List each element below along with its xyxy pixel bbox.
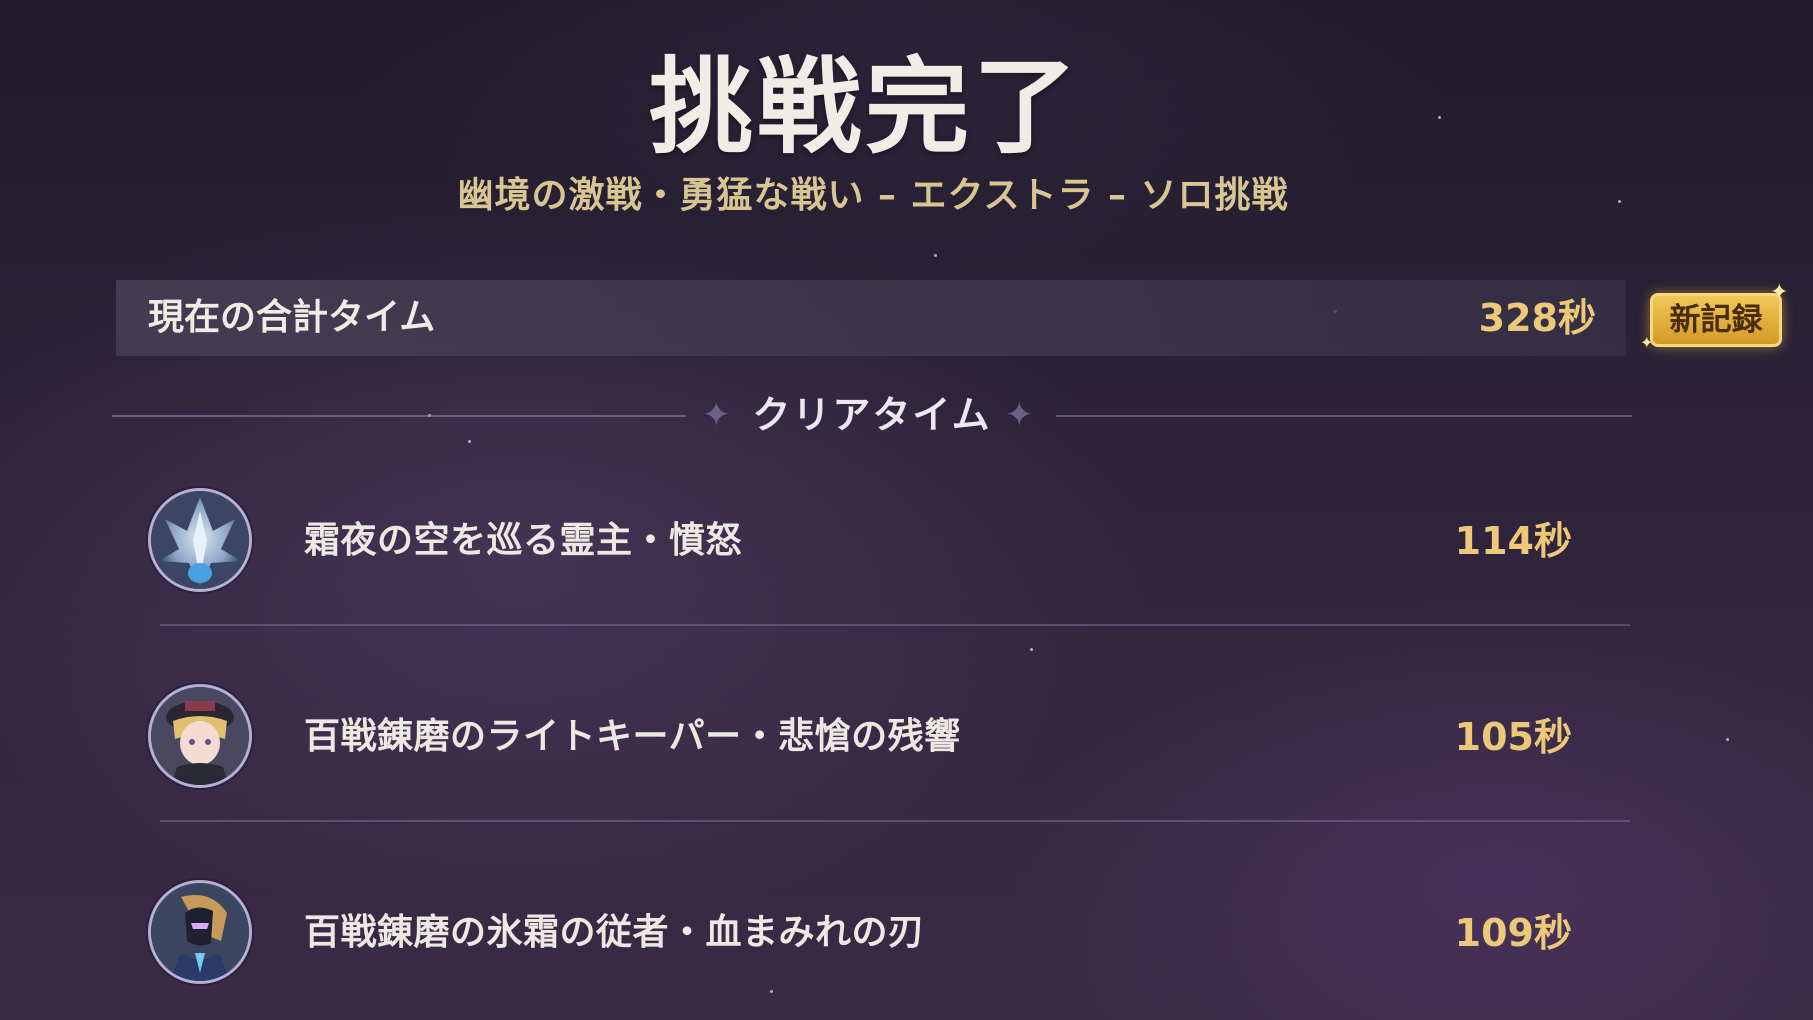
clear-time-row: 霜夜の空を巡る霊主・憤怒 114秒 xyxy=(140,466,1630,616)
background-star xyxy=(468,440,471,443)
new-record-label: 新記録 xyxy=(1669,302,1763,338)
boss-clear-time: 114秒 xyxy=(1454,519,1572,563)
total-time-bar: 現在の合計タイム 328秒 xyxy=(116,280,1626,356)
boss-clear-time: 109秒 xyxy=(1454,911,1572,955)
divider-star-icon: ✦ xyxy=(1005,395,1034,435)
frost-attendant-boss-icon xyxy=(148,880,252,984)
total-time-label: 現在の合計タイム xyxy=(148,297,436,338)
background-star xyxy=(1726,738,1729,741)
boss-name: 百戦錬磨の氷霜の従者・血まみれの刃 xyxy=(304,912,925,953)
boss-clear-time: 105秒 xyxy=(1454,715,1572,759)
boss-name: 百戦錬磨のライトキーパー・悲愴の残響 xyxy=(304,716,961,757)
row-separator xyxy=(160,820,1630,822)
sparkle-icon: ✦ xyxy=(1770,280,1789,305)
divider-line-right xyxy=(1056,415,1632,417)
ice-dragon-boss-icon xyxy=(148,488,252,592)
lightkeeper-boss-icon xyxy=(148,684,252,788)
background-star xyxy=(1030,648,1033,651)
new-record-badge: 新記録 xyxy=(1650,293,1782,347)
clear-time-row: 百戦錬磨の氷霜の従者・血まみれの刃 109秒 xyxy=(140,858,1630,1008)
background-star xyxy=(934,254,937,257)
total-time-value: 328秒 xyxy=(1478,296,1596,340)
row-separator xyxy=(160,624,1630,626)
section-divider: ✦ クリアタイム ✦ xyxy=(112,390,1632,440)
page-subtitle: 幽境の激戦・勇猛な戦い – エクストラ – ソロ挑戦 xyxy=(457,175,1289,216)
clear-time-row: 百戦錬磨のライトキーパー・悲愴の残響 105秒 xyxy=(140,662,1630,812)
boss-name: 霜夜の空を巡る霊主・憤怒 xyxy=(304,520,743,561)
sparkle-icon: ✦ xyxy=(1640,333,1654,352)
page-title: 挑戦完了 xyxy=(648,46,1081,168)
